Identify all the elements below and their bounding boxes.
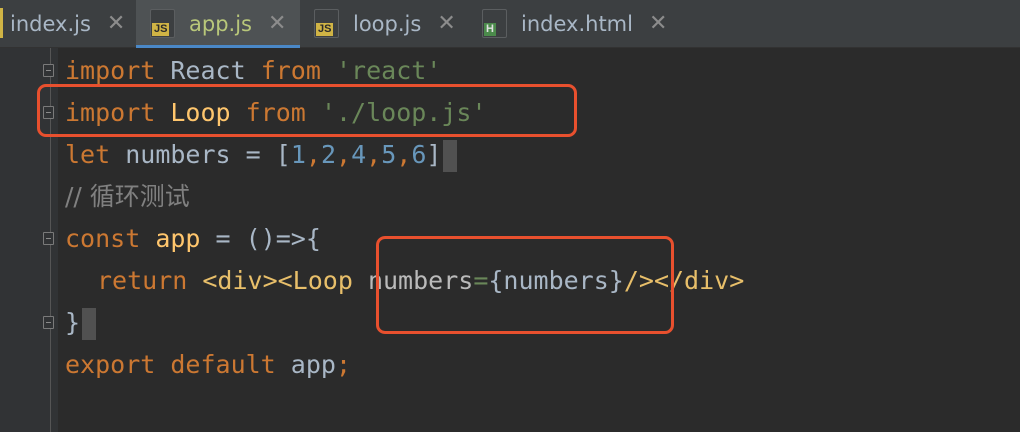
close-icon[interactable]: ✕ [649, 11, 667, 36]
close-icon[interactable]: ✕ [107, 11, 125, 36]
code-line-4[interactable]: // 循环测试 [65, 182, 190, 212]
tab-label: index.html [521, 11, 633, 36]
tab-app-js[interactable]: JS app.js ✕ [136, 0, 300, 48]
close-icon[interactable]: ✕ [268, 11, 286, 36]
tab-loop-js[interactable]: JS loop.js ✕ [314, 0, 456, 47]
js-file-icon: JS [314, 9, 339, 38]
code-line-3[interactable]: let numbers = [1,2,4,5,6] [65, 140, 458, 172]
tab-label: app.js [189, 11, 252, 36]
editor-tab-bar: index.js ✕ JS app.js ✕ JS loop.js ✕ H in… [0, 0, 1020, 48]
js-file-icon: JS [150, 9, 175, 38]
fold-marker-icon[interactable] [43, 232, 54, 245]
html-file-icon: H [482, 9, 507, 38]
code-line-8[interactable]: export default app; [65, 350, 351, 380]
code-line-1[interactable]: import React from 'react' [65, 56, 441, 86]
bracket-highlight [82, 308, 97, 340]
tab-label: index.js [10, 11, 91, 36]
close-icon[interactable]: ✕ [437, 11, 455, 36]
tab-label: loop.js [353, 11, 422, 36]
code-line-5[interactable]: const app = ()=>{ [65, 224, 321, 254]
text-caret [443, 140, 458, 172]
fold-marker-icon[interactable] [43, 316, 54, 329]
fold-marker-icon[interactable] [43, 64, 54, 77]
annotation-box-import-loop [37, 84, 577, 137]
tab-index-js[interactable]: index.js ✕ [10, 0, 125, 47]
js-file-icon [0, 8, 3, 38]
tab-index-html[interactable]: H index.html ✕ [482, 0, 667, 47]
code-line-7[interactable]: } [65, 308, 97, 340]
annotation-box-numbers-prop [376, 236, 674, 334]
